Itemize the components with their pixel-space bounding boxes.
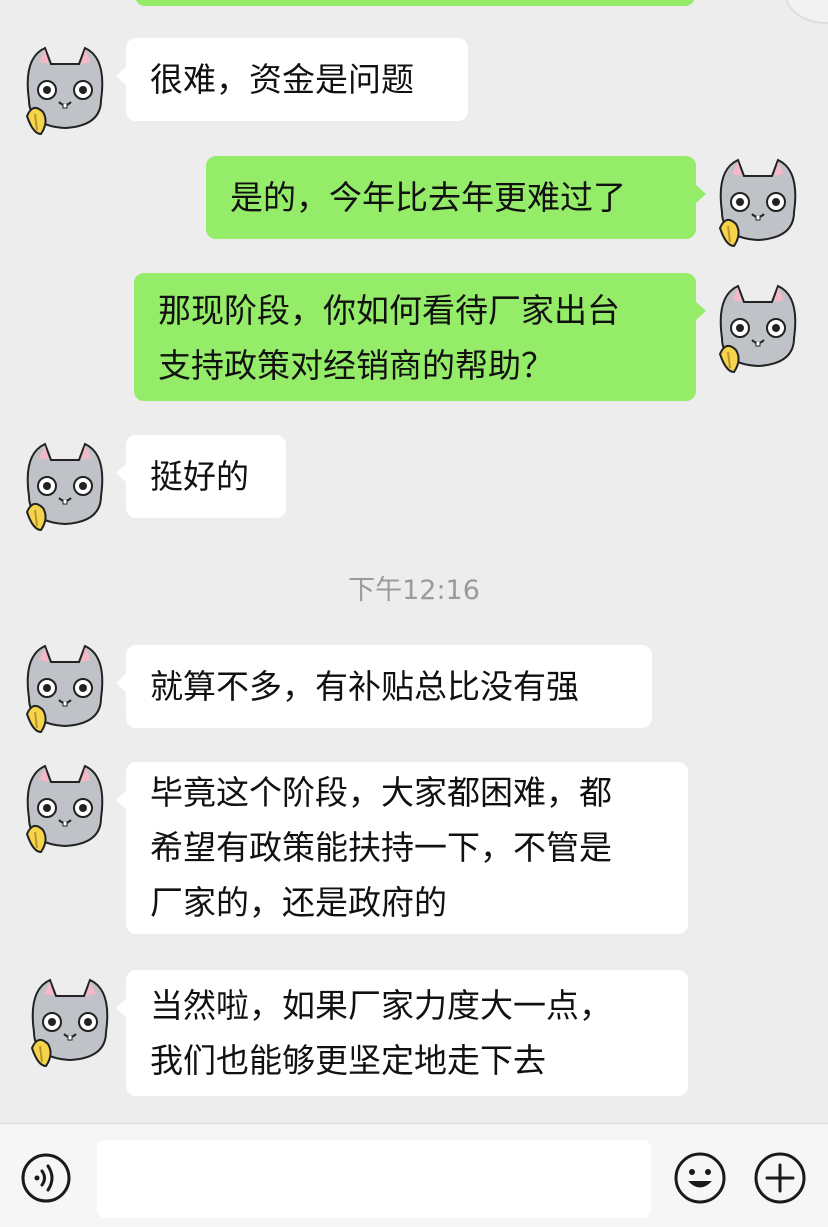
previous-message-bubble xyxy=(135,0,695,6)
emoji-icon xyxy=(674,1152,726,1204)
cat-avatar-icon xyxy=(708,150,808,250)
avatar[interactable] xyxy=(15,38,115,138)
chat-screen: 很难，资金是问题 是的，今年比去年更难过了 那现阶段，你如何看待厂家出台 支持政… xyxy=(0,0,828,1227)
message-input[interactable] xyxy=(97,1140,651,1218)
cat-avatar-icon xyxy=(708,276,808,376)
message-bubble[interactable]: 是的，今年比去年更难过了 xyxy=(206,156,706,239)
emoji-button[interactable] xyxy=(672,1150,728,1206)
previous-avatar xyxy=(784,0,828,24)
message-bubble[interactable]: 挺好的 xyxy=(116,435,286,518)
message-bubble[interactable]: 就算不多，有补贴总比没有强 xyxy=(116,645,652,728)
cat-avatar-icon xyxy=(20,970,120,1070)
avatar[interactable] xyxy=(708,276,808,376)
timestamp: 下午12:16 xyxy=(348,575,480,606)
message-bubble[interactable]: 当然啦，如果厂家力度大一点， 我们也能够更坚定地走下去 xyxy=(116,970,688,1096)
cat-avatar-icon xyxy=(15,434,115,534)
message-bubble[interactable]: 那现阶段，你如何看待厂家出台 支持政策对经销商的帮助？ xyxy=(134,273,706,401)
plus-button[interactable] xyxy=(752,1150,808,1206)
avatar[interactable] xyxy=(15,636,115,736)
avatar[interactable] xyxy=(15,434,115,534)
message-bubble[interactable]: 毕竟这个阶段，大家都困难，都 希望有政策能扶持一下，不管是 厂家的，还是政府的 xyxy=(116,762,688,934)
voice-icon xyxy=(21,1153,71,1203)
plus-icon xyxy=(754,1152,806,1204)
input-bar xyxy=(0,1123,828,1227)
cat-avatar-icon xyxy=(15,636,115,736)
avatar[interactable] xyxy=(15,756,115,856)
cat-avatar-icon xyxy=(15,756,115,856)
cat-avatar-icon xyxy=(15,38,115,138)
message-bubble[interactable]: 很难，资金是问题 xyxy=(116,38,468,121)
avatar[interactable] xyxy=(20,970,120,1070)
avatar[interactable] xyxy=(708,150,808,250)
voice-button[interactable] xyxy=(20,1152,72,1204)
